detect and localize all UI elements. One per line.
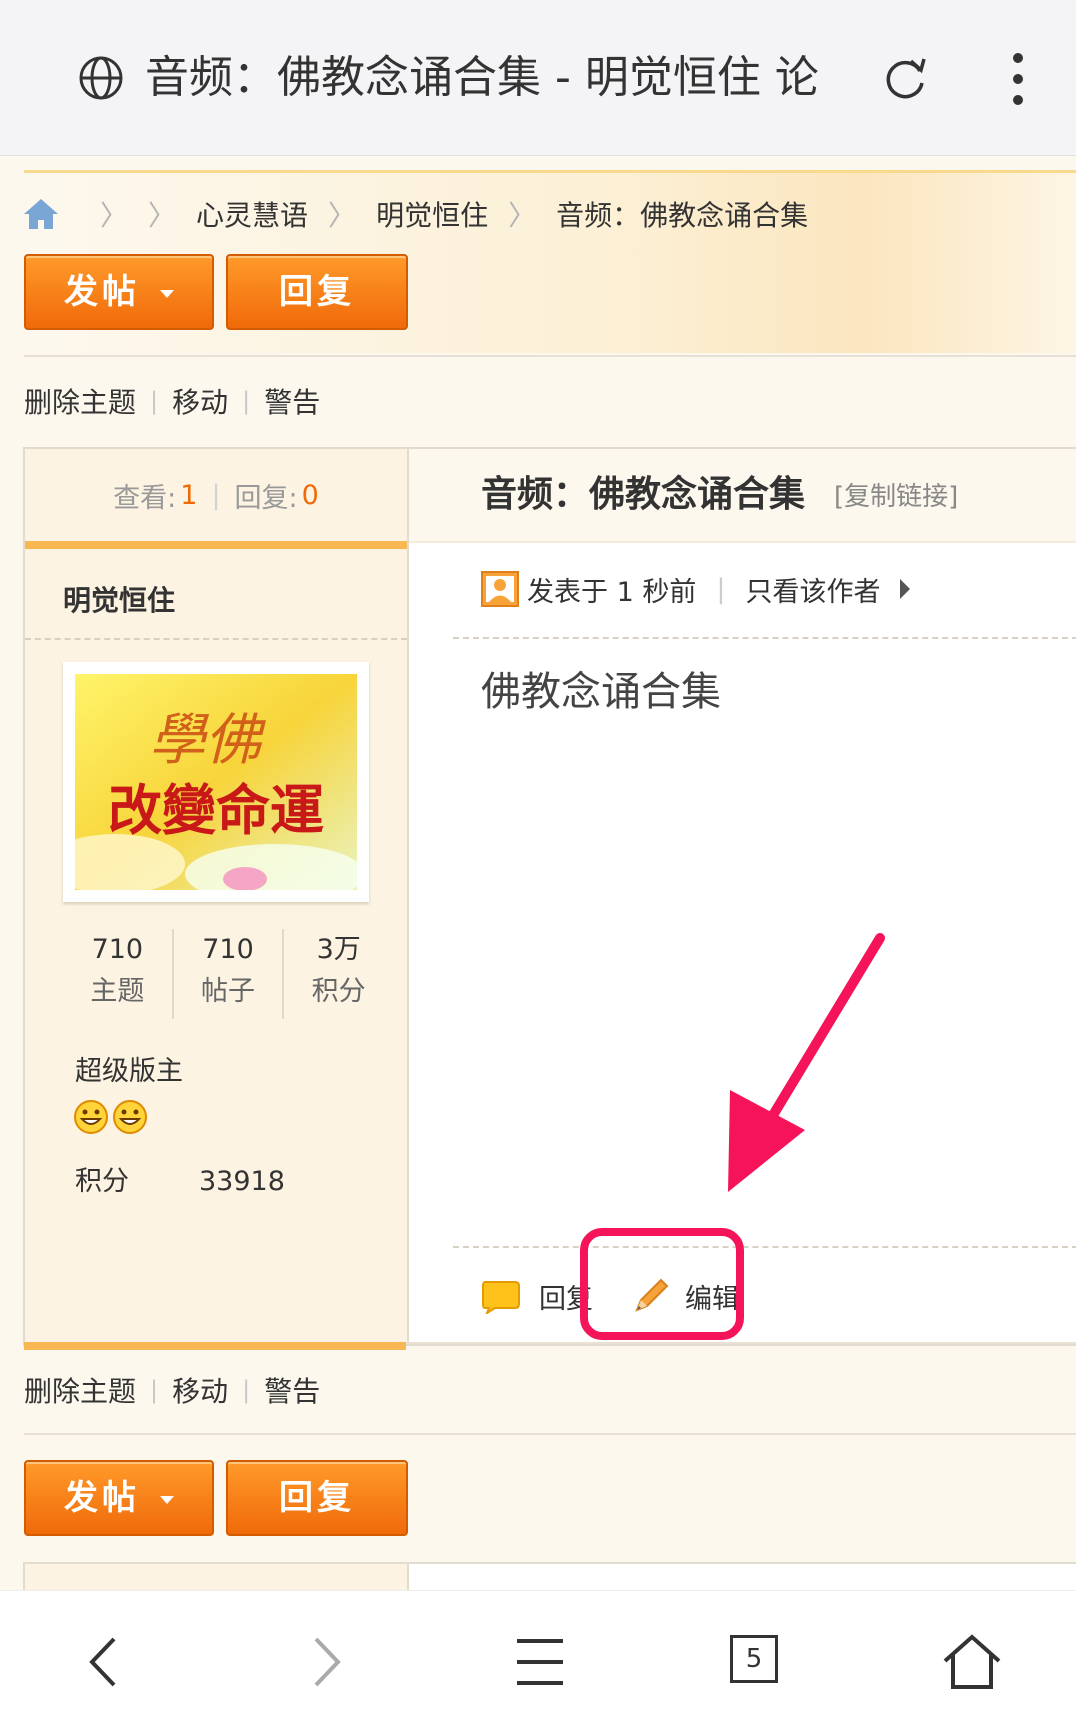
copy-link[interactable]: [复制链接]: [834, 449, 958, 545]
breadcrumb-separator: 〉: [148, 199, 177, 232]
tabs-icon[interactable]: 5: [730, 1635, 778, 1683]
stat-value: 3万: [316, 934, 361, 965]
credit-label: 积分: [75, 1166, 129, 1197]
breadcrumb-item[interactable]: 心灵慧语: [196, 194, 308, 234]
breadcrumb-separator: 〉: [328, 199, 357, 232]
stat-label: 积分: [311, 976, 366, 1007]
user-stat-posts[interactable]: 710 帖子: [174, 929, 285, 1019]
reply-label: 回复: [279, 1478, 355, 1518]
page-title-url[interactable]: 音频：佛教念诵合集 - 明觉恒住 论: [145, 48, 825, 108]
home-icon[interactable]: [22, 197, 60, 231]
separator: |: [242, 1376, 251, 1404]
new-post-label: 发帖: [64, 1478, 140, 1518]
thread-header: 音频：佛教念诵合集 [复制链接]: [409, 449, 1076, 543]
post-time: 发表于 1 秒前: [527, 576, 697, 608]
post-container: 查看: 1 | 回复: 0 明觉恒住 學佛 改變命運 710 主题 710 帖子…: [23, 447, 1076, 1346]
user-stat-threads[interactable]: 710 主题: [63, 929, 174, 1019]
reply-label: 回复: [279, 272, 355, 312]
credit-row: 积分 33918: [75, 1159, 285, 1198]
breadcrumb-separator: 〉: [100, 199, 129, 232]
bubble-icon: [482, 1281, 520, 1314]
move-thread-link[interactable]: 移动: [172, 381, 228, 421]
thread-title: 音频：佛教念诵合集: [481, 474, 806, 515]
move-thread-link[interactable]: 移动: [172, 1370, 228, 1410]
caret-down-icon: [160, 1495, 174, 1504]
reply-button[interactable]: 回复: [226, 254, 408, 330]
accent-bar: [24, 1342, 406, 1350]
reply-button-bottom[interactable]: 回复: [226, 1460, 408, 1536]
post-meta: 发表于 1 秒前 | 只看该作者: [481, 567, 911, 611]
stat-label: 主题: [90, 976, 145, 1007]
more-icon[interactable]: [1003, 52, 1033, 107]
author-name[interactable]: 明觉恒住: [63, 579, 175, 619]
browser-navbar: 5: [0, 1590, 1076, 1733]
stat-value: 710: [91, 934, 144, 965]
new-post-button-bottom[interactable]: 发帖: [24, 1460, 214, 1536]
breadcrumb: 〉 〉 心灵慧语 〉 明觉恒住 〉 音频：佛教念诵合集: [22, 192, 808, 236]
avatar-image: 學佛 改變命運: [75, 674, 357, 890]
avatar-text-bottom: 改變命運: [108, 778, 324, 842]
thread-stats: 查看: 1 | 回复: 0: [25, 449, 407, 541]
warn-link[interactable]: 警告: [264, 1370, 320, 1410]
tab-count: 5: [745, 1644, 763, 1674]
browser-toolbar: 音频：佛教念诵合集 - 明觉恒住 论: [0, 0, 1076, 156]
user-stats: 710 主题 710 帖子 3万 积分: [63, 929, 393, 1019]
user-icon: [481, 571, 519, 607]
new-post-label: 发帖: [64, 272, 140, 312]
new-post-button[interactable]: 发帖: [24, 254, 214, 330]
separator: |: [150, 387, 159, 415]
delete-thread-link[interactable]: 删除主题: [24, 1370, 136, 1410]
moderation-links-bottom: 删除主题 | 移动 | 警告: [24, 1368, 320, 1412]
moderation-links: 删除主题 | 移动 | 警告: [24, 379, 320, 423]
delete-thread-link[interactable]: 删除主题: [24, 381, 136, 421]
divider: [24, 355, 1076, 357]
divider: [25, 638, 407, 640]
back-icon[interactable]: [70, 1627, 140, 1697]
avatar[interactable]: 學佛 改變命運: [63, 662, 369, 902]
divider: [406, 1342, 1076, 1344]
views-label: 查看:: [113, 482, 177, 514]
avatar-text-top: 學佛: [149, 708, 266, 773]
stat-value: 710: [202, 934, 254, 965]
globe-icon: [79, 56, 123, 100]
separator: |: [211, 479, 221, 511]
annotation-highlight: [580, 1228, 744, 1340]
author-panel: 查看: 1 | 回复: 0 明觉恒住 學佛 改變命運 710 主题 710 帖子…: [25, 449, 409, 1344]
reload-icon[interactable]: [880, 53, 930, 103]
breadcrumb-separator: 〉: [508, 199, 537, 232]
separator: |: [242, 387, 251, 415]
forward-icon[interactable]: [290, 1627, 360, 1697]
separator: |: [716, 573, 726, 605]
play-icon: [900, 579, 911, 599]
accent-bar: [25, 541, 407, 549]
divider: [453, 1246, 1076, 1248]
caret-down-icon: [160, 289, 174, 298]
divider: [453, 637, 1076, 639]
divider: [24, 1433, 1076, 1435]
views-count: 1: [180, 479, 198, 511]
breadcrumb-item[interactable]: 音频：佛教念诵合集: [556, 194, 808, 234]
house-icon[interactable]: [937, 1627, 1007, 1697]
stat-label: 帖子: [201, 976, 255, 1007]
credit-value: 33918: [199, 1166, 285, 1197]
smiley-icon: [74, 1100, 147, 1134]
user-group[interactable]: 超级版主: [75, 1049, 183, 1088]
separator: |: [150, 1376, 159, 1404]
menu-icon[interactable]: [505, 1627, 575, 1697]
post-panel: 音频：佛教念诵合集 [复制链接] 发表于 1 秒前 | 只看该作者 佛教念诵合集…: [409, 449, 1076, 1344]
only-author-link[interactable]: 只看该作者: [745, 570, 880, 609]
post-content: 佛教念诵合集: [481, 669, 721, 715]
user-stat-credits[interactable]: 3万 积分: [284, 929, 393, 1019]
replies-count: 0: [301, 479, 319, 511]
breadcrumb-item[interactable]: 明觉恒住: [376, 194, 488, 234]
warn-link[interactable]: 警告: [264, 381, 320, 421]
replies-label: 回复:: [234, 482, 298, 514]
annotation-arrow-icon: [728, 933, 885, 1192]
